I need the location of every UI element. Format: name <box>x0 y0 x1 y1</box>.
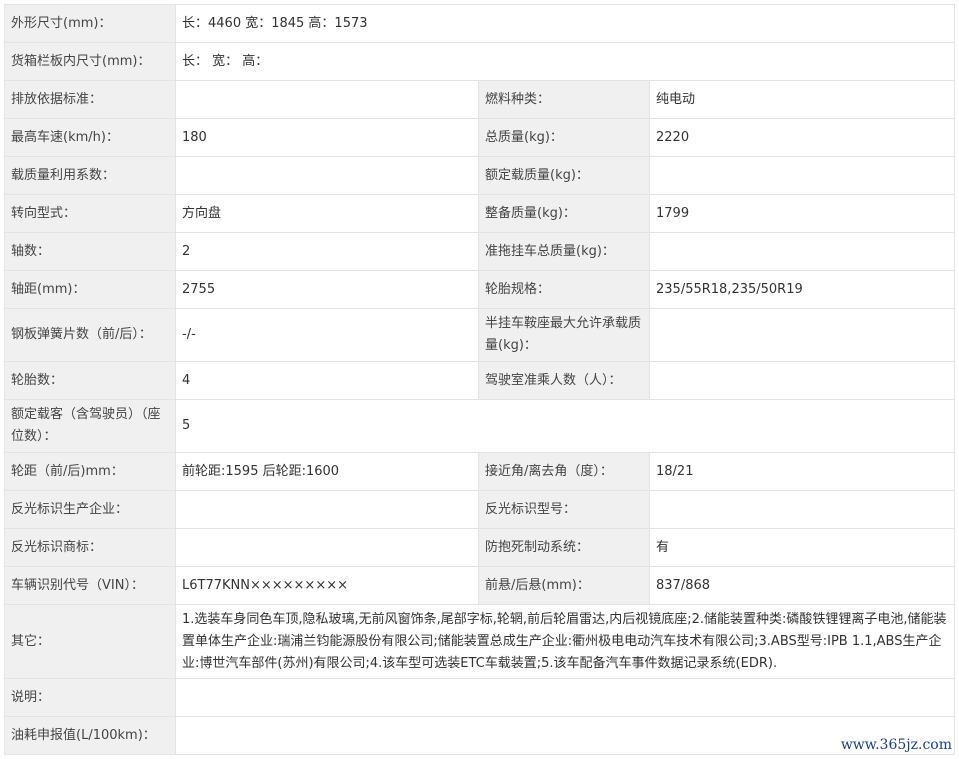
spec-label: 轮胎规格： <box>478 270 650 309</box>
spec-label: 反光标识型号： <box>478 490 650 529</box>
spec-label: 半挂车鞍座最大允许承载质量(kg)： <box>478 308 650 362</box>
spec-label: 额定载质量(kg)： <box>478 156 650 195</box>
spec-value: 18/21 <box>648 452 956 491</box>
spec-value <box>648 490 956 529</box>
spec-row: 油耗申报值(L/100km)： <box>4 716 956 755</box>
spec-label: 最高车速(km/h)： <box>4 118 176 157</box>
spec-row: 反光标识商标： 防抱死制动系统：有 <box>4 528 956 567</box>
spec-row: 轴数： 2 准拖挂车总质量(kg)： <box>4 232 956 271</box>
spec-value: 有 <box>648 528 956 567</box>
spec-label: 排放依据标准： <box>4 80 176 119</box>
spec-label: 反光标识生产企业： <box>4 490 176 529</box>
spec-value: -/- <box>175 308 479 362</box>
spec-value <box>175 490 479 529</box>
spec-row: 货箱栏板内尺寸(mm)： 长： 宽： 高： <box>4 42 956 81</box>
spec-label: 燃料种类： <box>478 80 650 119</box>
spec-value: 235/55R18,235/50R19 <box>648 270 956 309</box>
vehicle-spec-table: 外形尺寸(mm)： 长：4460 宽：1845 高：1573 货箱栏板内尺寸(mm)… <box>4 4 956 755</box>
spec-label: 额定载客（含驾驶员）（座位数）： <box>4 399 176 453</box>
spec-row: 排放依据标准： 燃料种类： 纯电动 <box>4 80 956 119</box>
spec-value: 方向盘 <box>175 194 479 233</box>
spec-value: 1.选装车身同色车顶,隐私玻璃,无前风窗饰条,尾部字标,轮辋,前后轮眉雷达,内后… <box>174 604 956 679</box>
spec-label: 说明： <box>4 678 176 717</box>
spec-row: 载质量利用系数： 额定载质量(kg)： <box>4 156 956 195</box>
spec-value <box>175 80 479 119</box>
spec-value <box>648 361 956 400</box>
spec-label: 轮距（前/后)mm： <box>4 452 176 491</box>
spec-row: 轮距（前/后)mm： 前轮距:1595 后轮距:1600 接近角/离去角（度）： 18… <box>4 452 956 491</box>
spec-label: 钢板弹簧片数（前/后）： <box>4 308 176 362</box>
spec-value: 2755 <box>175 270 479 309</box>
spec-row: 反光标识生产企业： 反光标识型号： <box>4 490 956 529</box>
spec-label: 驾驶室准乘人数（人）： <box>478 361 650 400</box>
spec-row: 说明： <box>4 678 956 717</box>
spec-value: L6T77KNN××××××××× <box>175 566 479 605</box>
spec-value: 长：4460 宽：1845 高：1573 <box>174 4 956 43</box>
spec-value: 长： 宽： 高： <box>174 42 956 81</box>
spec-value: 2 <box>175 232 479 271</box>
spec-row: 最高车速(km/h)： 180 总质量(kg)： 2220 <box>4 118 956 157</box>
spec-value: 纯电动 <box>648 80 956 119</box>
spec-value: 4 <box>175 361 479 400</box>
spec-row: 轮胎数： 4 驾驶室准乘人数（人）： <box>4 361 956 400</box>
spec-row: 其它： 1.选装车身同色车顶,隐私玻璃,无前风窗饰条,尾部字标,轮辋,前后轮眉雷达… <box>4 604 956 679</box>
spec-label: 反光标识商标： <box>4 528 176 567</box>
spec-label: 接近角/离去角（度）： <box>478 452 650 491</box>
spec-value: 837/868 <box>648 566 956 605</box>
spec-label: 准拖挂车总质量(kg)： <box>478 232 650 271</box>
spec-row: 车辆识别代号（VIN）： L6T77KNN××××××××× 前悬/后悬(mm)： 8… <box>4 566 956 605</box>
spec-label: 防抱死制动系统： <box>478 528 650 567</box>
spec-label: 载质量利用系数： <box>4 156 176 195</box>
spec-label: 货箱栏板内尺寸(mm)： <box>4 42 176 81</box>
spec-value <box>648 232 956 271</box>
spec-label: 前悬/后悬(mm)： <box>478 566 650 605</box>
spec-label: 整备质量(kg)： <box>478 194 650 233</box>
spec-label: 车辆识别代号（VIN）： <box>4 566 176 605</box>
spec-value <box>175 156 479 195</box>
spec-value: 1799 <box>648 194 956 233</box>
spec-value: 5 <box>174 399 956 453</box>
spec-value <box>175 528 479 567</box>
spec-row: 额定载客（含驾驶员）（座位数）： 5 <box>4 399 956 453</box>
spec-value: 180 <box>175 118 479 157</box>
watermark: www.365jz.com <box>840 737 952 753</box>
spec-label: 总质量(kg)： <box>478 118 650 157</box>
spec-label: 转向型式： <box>4 194 176 233</box>
spec-value <box>174 678 956 717</box>
spec-label: 轴距(mm)： <box>4 270 176 309</box>
spec-row: 钢板弹簧片数（前/后）： -/- 半挂车鞍座最大允许承载质量(kg)： <box>4 308 956 362</box>
spec-value <box>648 156 956 195</box>
spec-value: 2220 <box>648 118 956 157</box>
spec-label: 油耗申报值(L/100km)： <box>4 716 176 755</box>
spec-row: 转向型式： 方向盘 整备质量(kg)： 1799 <box>4 194 956 233</box>
spec-label: 其它： <box>4 604 176 679</box>
spec-label: 外形尺寸(mm)： <box>4 4 176 43</box>
spec-value <box>174 716 956 755</box>
spec-row: 轴距(mm)： 2755 轮胎规格： 235/55R18,235/50R19 <box>4 270 956 309</box>
spec-value: 前轮距:1595 后轮距:1600 <box>175 452 479 491</box>
spec-label: 轴数： <box>4 232 176 271</box>
spec-row: 外形尺寸(mm)： 长：4460 宽：1845 高：1573 <box>4 4 956 43</box>
spec-label: 轮胎数： <box>4 361 176 400</box>
spec-value <box>648 308 956 362</box>
